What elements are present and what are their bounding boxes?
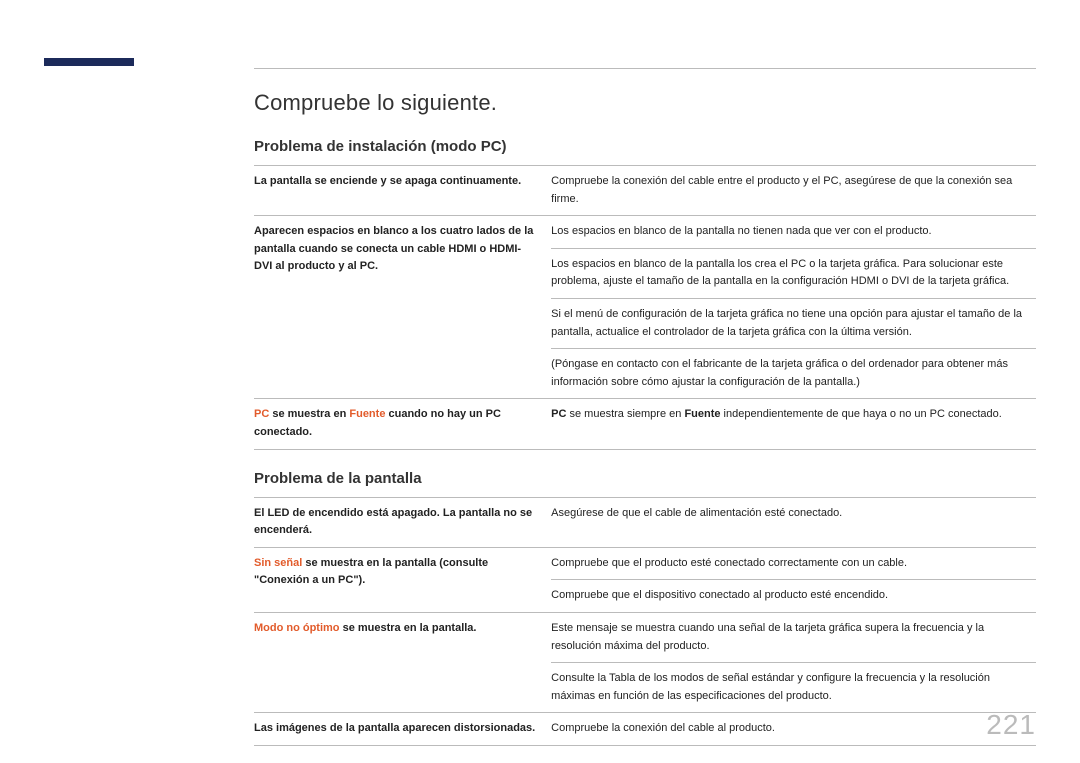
page-number: 221 bbox=[986, 709, 1036, 741]
solution-text: PC se muestra siempre en Fuente independ… bbox=[551, 406, 1036, 424]
symptom-cell: La pantalla se enciende y se apaga conti… bbox=[254, 173, 551, 208]
accent-bar bbox=[44, 58, 134, 66]
symptom-cell: Aparecen espacios en blanco a los cuatro… bbox=[254, 223, 551, 391]
symptom-cell: PC se muestra en Fuente cuando no hay un… bbox=[254, 406, 551, 441]
solution-text: Si el menú de configuración de la tarjet… bbox=[551, 298, 1036, 341]
symptom-cell: El LED de encendido está apagado. La pan… bbox=[254, 505, 551, 540]
table-row: Las imágenes de la pantalla aparecen dis… bbox=[254, 712, 1036, 746]
symptom-cell: Las imágenes de la pantalla aparecen dis… bbox=[254, 720, 551, 738]
solution-text: Compruebe la conexión del cable entre el… bbox=[551, 173, 1036, 208]
solution-text: Asegúrese de que el cable de alimentació… bbox=[551, 505, 1036, 523]
table-row: Modo no óptimo se muestra en la pantalla… bbox=[254, 612, 1036, 712]
solution-text: Este mensaje se muestra cuando una señal… bbox=[551, 620, 1036, 655]
solution-cell: Compruebe la conexión del cable al produ… bbox=[551, 720, 1036, 738]
top-divider bbox=[254, 68, 1036, 69]
solution-cell: Compruebe que el producto esté conectado… bbox=[551, 555, 1036, 605]
table-row: El LED de encendido está apagado. La pan… bbox=[254, 497, 1036, 547]
page-title: Compruebe lo siguiente. bbox=[254, 90, 1036, 116]
section-heading: Problema de instalación (modo PC) bbox=[254, 138, 1036, 155]
table-row: Sin señal se muestra en la pantalla (con… bbox=[254, 547, 1036, 612]
solution-text: Los espacios en blanco de la pantalla no… bbox=[551, 223, 1036, 241]
solution-cell: Este mensaje se muestra cuando una señal… bbox=[551, 620, 1036, 705]
symptom-cell: Modo no óptimo se muestra en la pantalla… bbox=[254, 620, 551, 705]
solution-text: Consulte la Tabla de los modos de señal … bbox=[551, 662, 1036, 705]
solution-text: Compruebe que el dispositivo conectado a… bbox=[551, 579, 1036, 605]
solution-cell: PC se muestra siempre en Fuente independ… bbox=[551, 406, 1036, 441]
solution-cell: Compruebe la conexión del cable entre el… bbox=[551, 173, 1036, 208]
solution-cell: Asegúrese de que el cable de alimentació… bbox=[551, 505, 1036, 540]
section-heading: Problema de la pantalla bbox=[254, 470, 1036, 487]
solution-cell: Los espacios en blanco de la pantalla no… bbox=[551, 223, 1036, 391]
solution-text: Compruebe la conexión del cable al produ… bbox=[551, 720, 1036, 738]
solution-text: Los espacios en blanco de la pantalla lo… bbox=[551, 248, 1036, 291]
symptom-cell: Sin señal se muestra en la pantalla (con… bbox=[254, 555, 551, 605]
solution-text: Compruebe que el producto esté conectado… bbox=[551, 555, 1036, 573]
troubleshooting-table: El LED de encendido está apagado. La pan… bbox=[254, 497, 1036, 746]
manual-page: Compruebe lo siguiente. Problema de inst… bbox=[0, 0, 1080, 763]
troubleshooting-table: La pantalla se enciende y se apaga conti… bbox=[254, 165, 1036, 450]
solution-text: (Póngase en contacto con el fabricante d… bbox=[551, 348, 1036, 391]
table-row: Aparecen espacios en blanco a los cuatro… bbox=[254, 215, 1036, 398]
table-row: PC se muestra en Fuente cuando no hay un… bbox=[254, 398, 1036, 449]
page-content: Compruebe lo siguiente. Problema de inst… bbox=[254, 90, 1036, 746]
table-row: La pantalla se enciende y se apaga conti… bbox=[254, 165, 1036, 215]
